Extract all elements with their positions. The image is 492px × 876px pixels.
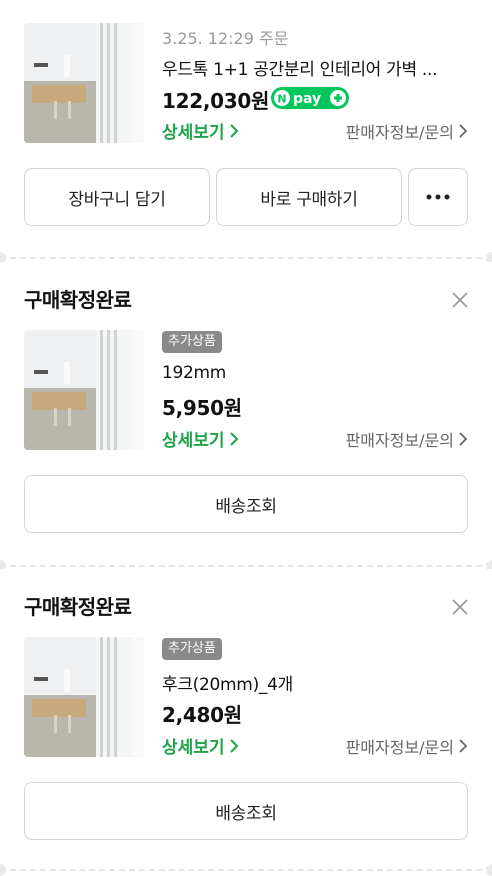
chevron-right-icon <box>229 123 238 138</box>
close-icon[interactable] <box>450 597 470 617</box>
chevron-right-icon <box>459 432 468 446</box>
add-on-badge: 추가상품 <box>162 638 222 660</box>
more-dots-icon <box>426 194 450 200</box>
npay-badge: N pay <box>271 87 349 109</box>
svg-text:pay: pay <box>293 91 321 107</box>
product-thumbnail[interactable] <box>24 637 144 757</box>
chevron-right-icon <box>459 124 468 138</box>
order-card-2: 구매확정완료 추가상품 192mm 5,950원 상세보기 판매자정보/문의 배… <box>0 262 492 562</box>
svg-text:N: N <box>277 93 286 106</box>
product-name[interactable]: 192mm <box>162 363 462 383</box>
buy-now-button[interactable]: 바로 구매하기 <box>216 168 402 226</box>
add-on-badge: 추가상품 <box>162 331 222 353</box>
card-divider <box>0 560 492 572</box>
more-options-button[interactable] <box>408 168 468 226</box>
product-price: 2,480원 <box>162 703 242 727</box>
track-delivery-button[interactable]: 배송조회 <box>24 782 468 840</box>
detail-link-label: 상세보기 <box>162 431 225 451</box>
detail-link[interactable]: 상세보기 <box>162 426 239 451</box>
close-icon[interactable] <box>450 290 470 310</box>
product-name[interactable]: 우드톡 1+1 공간분리 인테리어 가벽 ... <box>162 55 462 80</box>
detail-link[interactable]: 상세보기 <box>162 733 239 758</box>
product-price: 5,950원 <box>162 396 242 420</box>
seller-info-label: 판매자정보/문의 <box>345 738 454 757</box>
order-status: 구매확정완료 <box>24 595 132 619</box>
seller-info-link[interactable]: 판매자정보/문의 <box>346 734 468 758</box>
card-divider <box>0 864 492 876</box>
detail-link[interactable]: 상세보기 <box>162 118 239 143</box>
product-price: 122,030원 <box>162 89 270 113</box>
chevron-right-icon <box>229 738 238 753</box>
order-card-1: 3.25. 12:29 주문 우드톡 1+1 공간분리 인테리어 가벽 ... … <box>0 0 492 252</box>
seller-info-label: 판매자정보/문의 <box>345 431 454 450</box>
seller-info-link[interactable]: 판매자정보/문의 <box>346 119 468 143</box>
chevron-right-icon <box>459 739 468 753</box>
order-date: 3.25. 12:29 주문 <box>162 29 289 48</box>
add-to-cart-button[interactable]: 장바구니 담기 <box>24 168 210 226</box>
order-card-3: 구매확정완료 추가상품 후크(20mm)_4개 2,480원 상세보기 판매자정… <box>0 569 492 869</box>
track-delivery-button[interactable]: 배송조회 <box>24 475 468 533</box>
product-name[interactable]: 후크(20mm)_4개 <box>162 670 462 695</box>
detail-link-label: 상세보기 <box>162 738 225 758</box>
order-status: 구매확정완료 <box>24 288 132 312</box>
product-thumbnail[interactable] <box>24 330 144 450</box>
chevron-right-icon <box>229 431 238 446</box>
detail-link-label: 상세보기 <box>162 123 225 143</box>
product-thumbnail[interactable] <box>24 23 144 143</box>
seller-info-link[interactable]: 판매자정보/문의 <box>346 427 468 451</box>
seller-info-label: 판매자정보/문의 <box>345 123 454 142</box>
card-divider <box>0 252 492 264</box>
